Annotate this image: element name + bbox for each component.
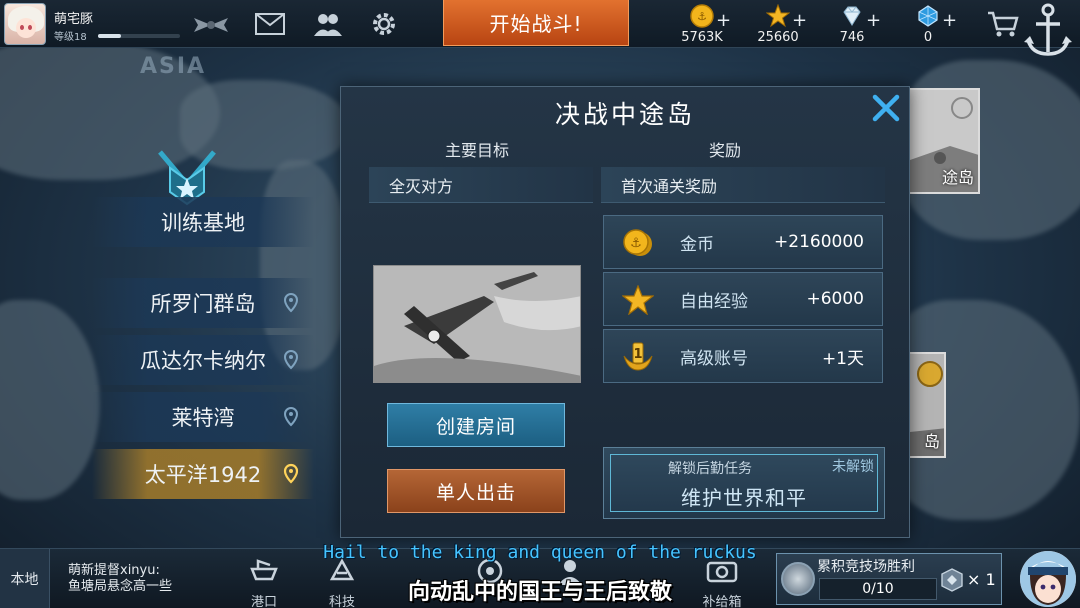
menu-item-leyte-gulf[interactable]: 莱特湾 bbox=[92, 392, 314, 442]
first-clear-field: 首次通关奖励 bbox=[601, 167, 885, 203]
menu-item-pacific-1942[interactable]: 太平洋1942 bbox=[92, 449, 314, 499]
blue-gem-resource[interactable]: + 0 bbox=[890, 2, 966, 46]
map-region-label: ASIA bbox=[140, 54, 207, 79]
gold-value: 5763K bbox=[681, 30, 723, 45]
menu-item-guadalcanal[interactable]: 瓜达尔卡纳尔 bbox=[92, 335, 314, 385]
player-avatar[interactable] bbox=[4, 3, 46, 45]
location-pin-icon bbox=[283, 292, 299, 313]
unlock-caption: 解锁后勤任务 bbox=[668, 461, 752, 477]
shopping-cart-icon[interactable] bbox=[986, 10, 1020, 38]
anchor-icon[interactable] bbox=[1022, 0, 1074, 62]
reward-row-premium: 1 高级账号 +1天 bbox=[603, 329, 883, 383]
logistics-unlock-panel[interactable]: 解锁后勤任务 未解锁 维护世界和平 bbox=[603, 447, 885, 519]
diamond-resource[interactable]: + 746 bbox=[814, 2, 890, 46]
star-icon bbox=[766, 4, 790, 28]
menu-item-solomon-islands[interactable]: 所罗门群岛 bbox=[92, 278, 314, 328]
svg-text:⚓: ⚓ bbox=[630, 236, 642, 251]
start-battle-button[interactable]: 开始战斗! bbox=[443, 0, 629, 46]
gold-resource[interactable]: ⚓ + 5763K bbox=[664, 2, 740, 46]
svg-text:⚓: ⚓ bbox=[697, 10, 707, 23]
mission-title: 决战中途岛 bbox=[554, 100, 695, 129]
solo-sortie-button[interactable]: 单人出击 bbox=[387, 469, 565, 513]
mission-card-island-bg[interactable]: 岛 bbox=[908, 352, 946, 458]
premium-medal-icon: 1 bbox=[623, 342, 653, 371]
gear-icon[interactable] bbox=[368, 9, 400, 39]
close-icon bbox=[872, 94, 900, 122]
mission-dialog: 决战中途岛 主要目标 奖励 全灭对方 首次通关奖励 创建房间 单人出击 ⚓ 金币… bbox=[340, 86, 910, 538]
mission-photo bbox=[373, 265, 581, 383]
top-bar: 萌宅豚 等级18 开始战斗! ⚓ + 5763K + 25660 + 746 +… bbox=[0, 0, 1080, 56]
subtitle-chinese: 向动乱中的国王与王后致敬 bbox=[407, 579, 672, 605]
player-name: 萌宅豚 bbox=[54, 12, 94, 27]
star-value: 25660 bbox=[757, 30, 799, 45]
dive-bomber-photo-image bbox=[374, 266, 580, 382]
close-button[interactable] bbox=[869, 91, 903, 125]
reward-row-free-exp: 自由经验 +6000 bbox=[603, 272, 883, 326]
mail-icon[interactable] bbox=[254, 9, 286, 39]
friends-icon[interactable] bbox=[312, 9, 344, 39]
card-label: 途岛 bbox=[941, 168, 974, 187]
gold-coin-icon: ⚓ bbox=[690, 4, 714, 28]
objective-heading: 主要目标 bbox=[445, 141, 510, 160]
reward-row-gold: ⚓ 金币 +2160000 bbox=[603, 215, 883, 269]
blue-gem-value: 0 bbox=[923, 30, 933, 45]
objective-field: 全灭对方 bbox=[369, 167, 593, 203]
svg-text:1: 1 bbox=[633, 347, 642, 362]
unlock-status: 未解锁 bbox=[832, 459, 874, 475]
diamond-value: 746 bbox=[839, 30, 865, 45]
gold-coin-icon: ⚓ bbox=[623, 229, 652, 256]
location-pin-icon bbox=[283, 349, 299, 370]
reward-heading: 奖励 bbox=[709, 141, 742, 160]
mission-card-midway-bg[interactable]: 途岛 bbox=[908, 88, 980, 194]
menu-item-training-base[interactable]: 训练基地 bbox=[92, 197, 314, 247]
level-progress-bar bbox=[98, 34, 180, 38]
logistics-task-name: 维护世界和平 bbox=[681, 486, 807, 510]
diamond-icon bbox=[843, 6, 861, 26]
star-icon bbox=[622, 285, 654, 315]
location-pin-icon bbox=[283, 406, 299, 427]
star-resource[interactable]: + 25660 bbox=[740, 2, 816, 46]
card-label: 岛 bbox=[923, 432, 940, 451]
create-room-button[interactable]: 创建房间 bbox=[387, 403, 565, 447]
subtitle-english: Hail to the king and queen of the ruckus bbox=[323, 542, 757, 563]
blue-gem-icon bbox=[918, 5, 938, 27]
rank-wings-icon bbox=[194, 18, 228, 32]
player-level: 等级18 bbox=[54, 32, 87, 43]
location-pin-icon bbox=[283, 463, 299, 484]
